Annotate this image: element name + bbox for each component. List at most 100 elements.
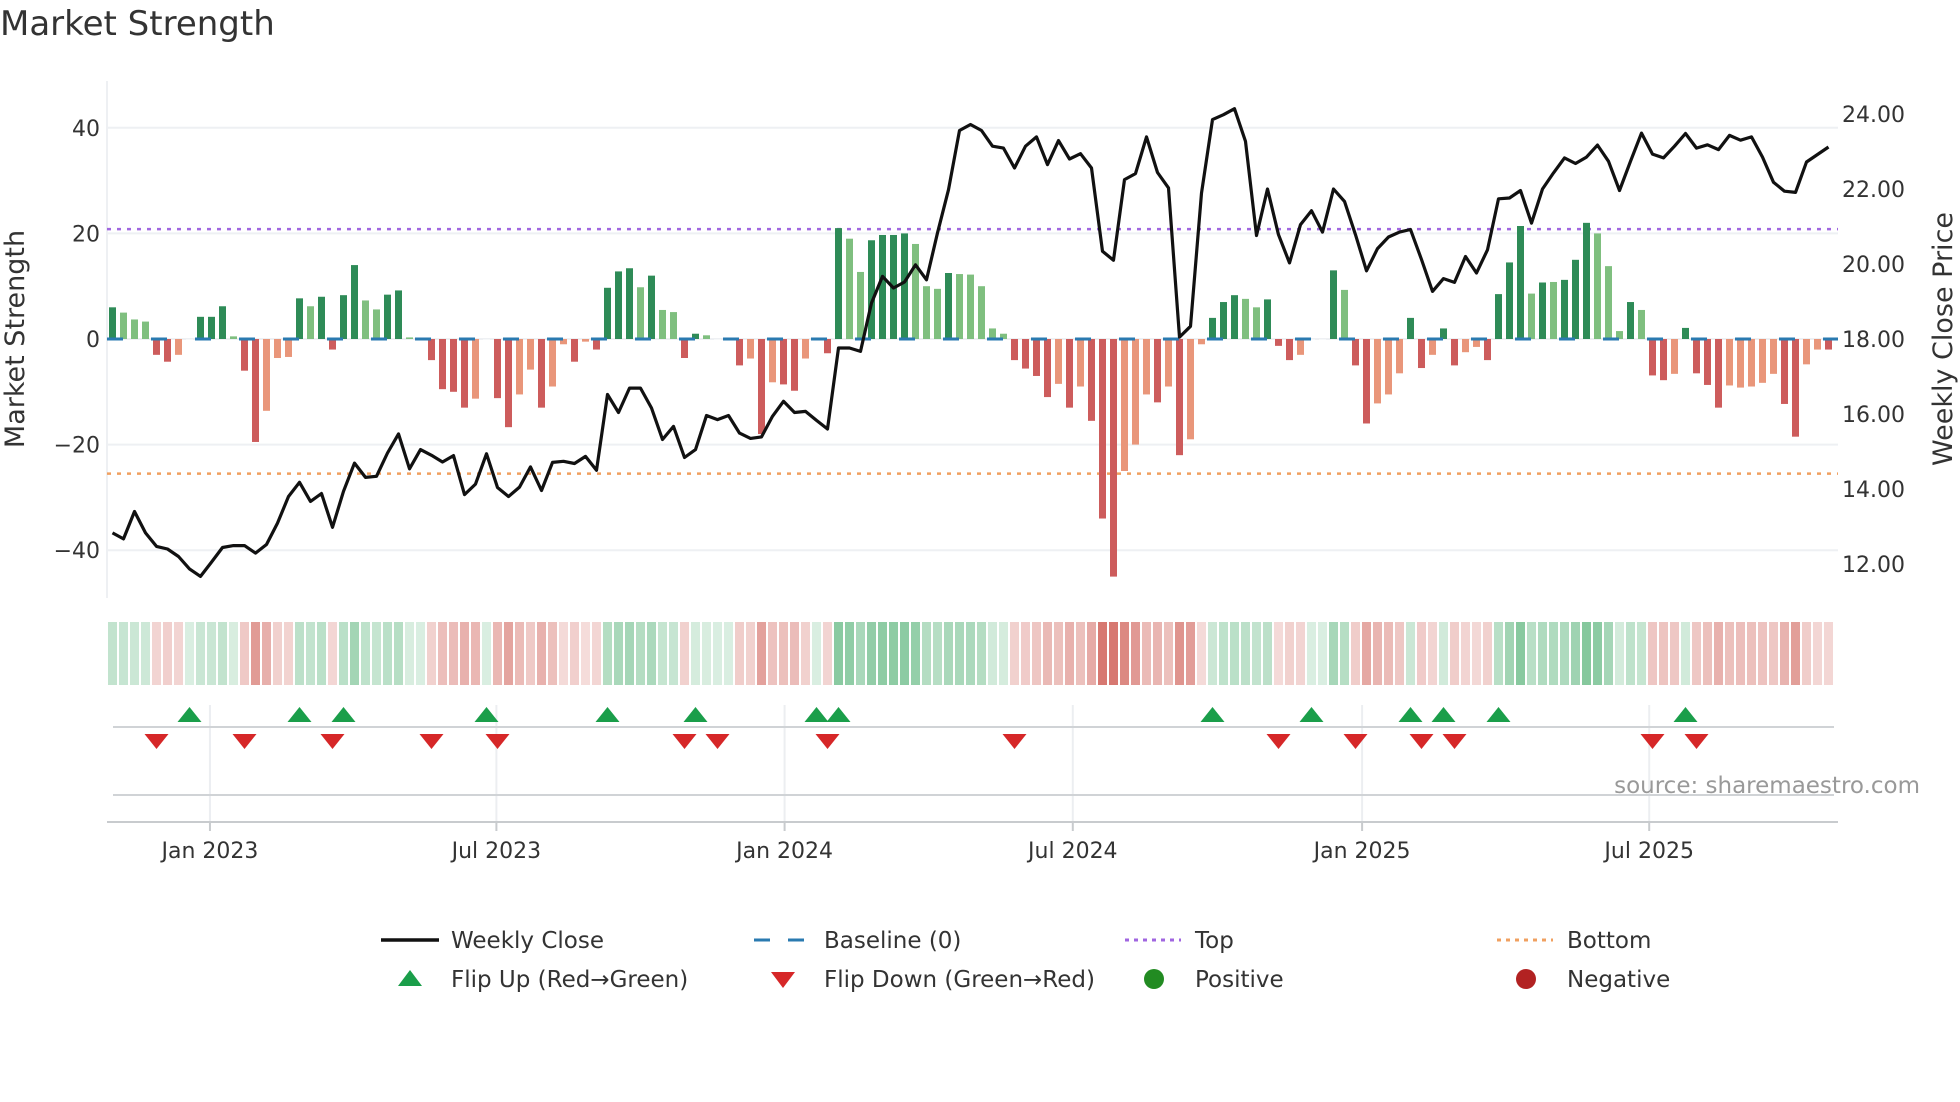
- strip-cell: [878, 622, 887, 685]
- strength-bar-negative: [1099, 339, 1106, 519]
- strip-cell: [922, 622, 931, 685]
- strength-bar-negative: [1726, 339, 1733, 386]
- strength-bar-positive: [1627, 302, 1634, 339]
- flip-up-marker: [287, 707, 312, 722]
- legend-item-bottom: Bottom: [1497, 928, 1651, 954]
- strength-bar-negative: [1660, 339, 1667, 381]
- strip-cell: [966, 622, 975, 685]
- strength-bar-positive: [879, 234, 886, 339]
- x-tick-label: Jan 2024: [734, 839, 833, 864]
- strength-bar-negative: [1649, 339, 1656, 376]
- strength-bar-positive: [1605, 266, 1612, 339]
- strength-bar-negative: [1429, 339, 1436, 355]
- strip-cell: [1637, 622, 1646, 685]
- strip-cell: [317, 622, 326, 685]
- strength-bar-positive: [967, 274, 974, 339]
- strip-cell: [548, 622, 557, 685]
- strength-bar-negative: [1044, 339, 1051, 398]
- strength-bar-positive: [120, 312, 127, 339]
- strength-bar-negative: [1781, 339, 1788, 404]
- strength-bar-positive: [923, 286, 930, 339]
- strip-cell: [955, 622, 964, 685]
- flip-down-marker: [232, 734, 257, 749]
- strip-cell: [1527, 622, 1536, 685]
- strip-cell: [1461, 622, 1470, 685]
- flip-down-marker: [672, 734, 697, 749]
- strip-cell: [658, 622, 667, 685]
- flip-down-marker: [485, 734, 510, 749]
- strength-bar-positive: [901, 233, 908, 339]
- strip-cell: [724, 622, 733, 685]
- strip-cell: [130, 622, 139, 685]
- strip-cell: [1406, 622, 1415, 685]
- strip-cell: [570, 622, 579, 685]
- strip-cell: [1483, 622, 1492, 685]
- strip-cell: [240, 622, 249, 685]
- strip-cell: [1813, 622, 1822, 685]
- strip-cell: [834, 622, 843, 685]
- strip-cell: [889, 622, 898, 685]
- strip-cell: [482, 622, 491, 685]
- strip-cell: [1681, 622, 1690, 685]
- strip-cell: [284, 622, 293, 685]
- strength-bar-negative: [758, 339, 765, 435]
- strip-cell: [1824, 622, 1833, 685]
- strength-bar-positive: [945, 273, 952, 339]
- strength-bar-positive: [978, 286, 985, 339]
- strip-cell: [1186, 622, 1195, 685]
- strip-cell: [1758, 622, 1767, 685]
- flip-up-marker: [1200, 707, 1225, 722]
- strength-bar-positive: [648, 275, 655, 339]
- strength-bar-negative: [1693, 339, 1700, 374]
- strip-cell: [251, 622, 260, 685]
- x-tick-label: Jul 2024: [1026, 839, 1118, 864]
- strip-cell: [1560, 622, 1569, 685]
- strip-cell: [1208, 622, 1217, 685]
- strip-cell: [647, 622, 656, 685]
- strip-cell: [1659, 622, 1668, 685]
- flip-up-marker: [826, 707, 851, 722]
- strength-bar-negative: [274, 339, 281, 359]
- strength-bar-positive: [395, 290, 402, 339]
- strength-bar-negative: [593, 339, 600, 350]
- strip-cell: [1703, 622, 1712, 685]
- strip-cell: [163, 622, 172, 685]
- strip-cell: [900, 622, 909, 685]
- strength-bar-positive: [1231, 295, 1238, 339]
- legend-label: Top: [1194, 928, 1234, 954]
- strip-cell: [1230, 622, 1239, 685]
- strip-cell: [174, 622, 183, 685]
- strip-cell: [636, 622, 645, 685]
- strength-bar-negative: [263, 339, 270, 411]
- x-tick-label: Jul 2023: [450, 839, 542, 864]
- legend-item-baseline: Baseline (0): [754, 928, 961, 954]
- strength-bar-negative: [1121, 339, 1128, 471]
- strength-bar-positive: [1561, 279, 1568, 339]
- strength-bar-positive: [1550, 281, 1557, 339]
- strip-cell: [1120, 622, 1129, 685]
- strip-cell: [614, 622, 623, 685]
- strength-bar-negative: [505, 339, 512, 428]
- strength-bar-positive: [1242, 298, 1249, 339]
- strip-cell: [1329, 622, 1338, 685]
- strength-bar-negative: [780, 339, 787, 385]
- flip-up-marker: [683, 707, 708, 722]
- strength-bar-positive: [659, 309, 666, 339]
- strength-bar-negative: [1286, 339, 1293, 361]
- flip-up-icon: [398, 970, 422, 986]
- strength-bar-negative: [1759, 339, 1766, 383]
- strip-cell: [1043, 622, 1052, 685]
- strength-bar-negative: [1132, 339, 1139, 445]
- legend-item-negative: Negative: [1516, 967, 1670, 993]
- strength-bar-positive: [318, 296, 325, 339]
- strip-cell: [823, 622, 832, 685]
- strength-bar-negative: [802, 339, 809, 359]
- strip-cell: [801, 622, 810, 685]
- strength-bar-positive: [637, 287, 644, 339]
- flip-down-marker: [1640, 734, 1665, 749]
- strip-cell: [141, 622, 150, 685]
- strip-cell: [845, 622, 854, 685]
- strip-cell: [1648, 622, 1657, 685]
- strip-cell: [1263, 622, 1272, 685]
- source-label: source: sharemaestro.com: [1614, 773, 1920, 799]
